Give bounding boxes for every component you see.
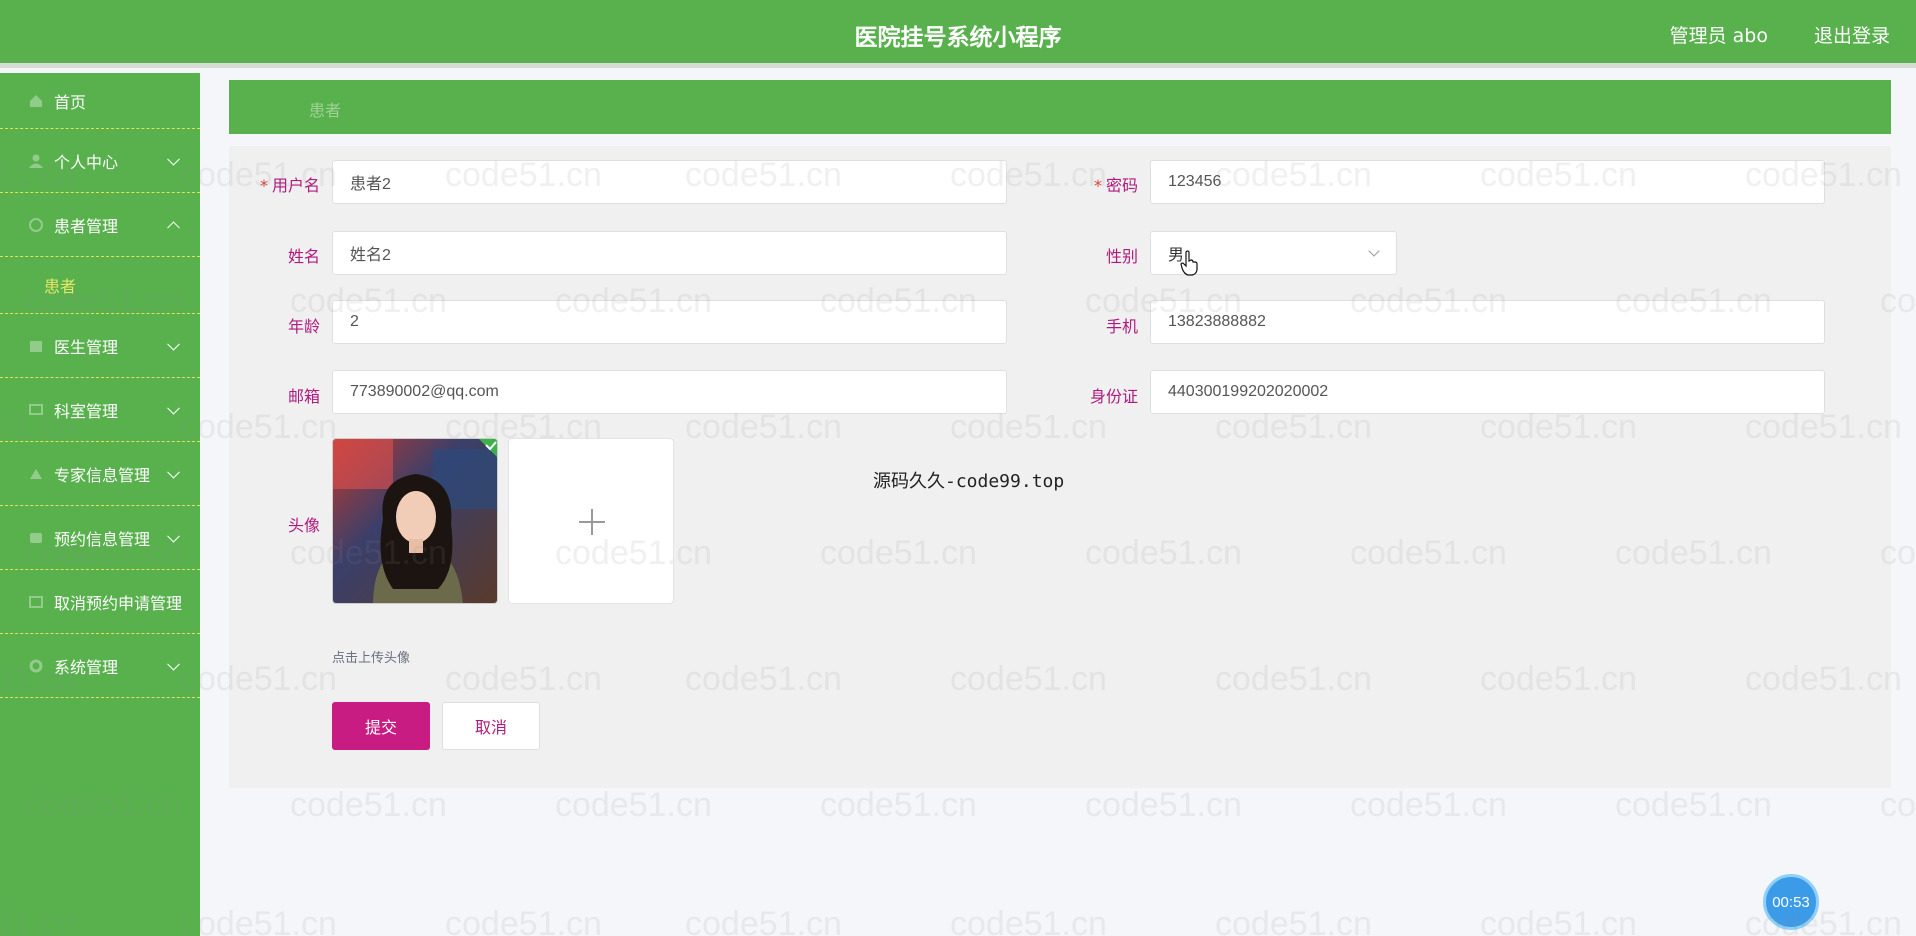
- watermark: code51.cn: [1615, 786, 1772, 824]
- home-icon: [30, 94, 42, 107]
- phone-label: 手机: [1105, 317, 1138, 336]
- upload-hint: 点击上传头像: [332, 651, 411, 666]
- email-label: 邮箱: [287, 387, 320, 406]
- watermark: code51.cn: [1880, 786, 1916, 824]
- chevron-down-icon: [167, 465, 180, 479]
- sidebar-item-cancel-requests[interactable]: 取消预约申请管理: [0, 570, 200, 634]
- system-icon: [29, 659, 43, 672]
- age-label: 年龄: [287, 317, 320, 336]
- logout-link[interactable]: 退出登录: [1814, 21, 1890, 48]
- watermark: code51.cn: [950, 905, 1107, 936]
- age-field[interactable]: [332, 300, 1007, 344]
- sidebar-item-label: 首页: [54, 92, 87, 112]
- idcard-label: 身份证: [1089, 387, 1138, 406]
- chevron-down-icon: [167, 529, 180, 543]
- sidebar-item-departments[interactable]: 科室管理: [0, 378, 200, 442]
- watermark: code51.cn: [820, 786, 977, 824]
- avatar-photo: [333, 439, 497, 603]
- overlay-text: 源码久久-code99.top: [873, 471, 1065, 492]
- sidebar-item-doctors[interactable]: 医生管理: [0, 314, 200, 378]
- cancel-button[interactable]: 取消: [442, 702, 540, 750]
- chevron-down-icon: [167, 657, 180, 671]
- sidebar-item-label: 科室管理: [54, 401, 119, 421]
- sidebar: 首页 个人中心 患者管理 患者 医生管理 科室管理 专家信息管理 预约信息管理 …: [0, 73, 200, 936]
- breadcrumb: 患者: [229, 80, 1891, 134]
- top-header: 医院挂号系统小程序 管理员 abo 退出登录: [0, 0, 1916, 68]
- breadcrumb-current: 患者: [309, 101, 342, 120]
- watermark: code51.cn: [1480, 905, 1637, 936]
- name-label: 姓名: [287, 247, 320, 266]
- watermark: code51.cn: [290, 786, 447, 824]
- watermark: code51.cn: [685, 905, 842, 936]
- department-icon: [29, 403, 43, 415]
- gender-label: 性别: [1105, 247, 1138, 266]
- submit-button[interactable]: 提交: [332, 702, 430, 750]
- app-title: 医院挂号系统小程序: [854, 25, 1062, 51]
- chevron-down-icon: [167, 152, 180, 166]
- watermark: code51.cn: [445, 905, 602, 936]
- sidebar-item-label: 医生管理: [54, 337, 119, 357]
- chevron-down-icon: [167, 337, 180, 351]
- watermark: code51.cn: [1085, 786, 1242, 824]
- sidebar-item-label: 个人中心: [54, 152, 119, 172]
- chevron-down-icon: [1368, 245, 1380, 257]
- watermark: code51.cn: [180, 905, 337, 936]
- sidebar-item-label: 取消预约申请管理: [54, 593, 183, 613]
- watermark: code51.cn: [555, 786, 712, 824]
- chevron-down-icon: [167, 401, 180, 415]
- avatar-label: 头像: [287, 516, 320, 535]
- sidebar-item-system[interactable]: 系统管理: [0, 634, 200, 698]
- sidebar-item-label: 专家信息管理: [54, 465, 151, 485]
- phone-field[interactable]: [1150, 300, 1825, 344]
- cancel-icon: [29, 595, 43, 608]
- sidebar-subitem-patient[interactable]: 患者: [0, 257, 200, 314]
- password-label: * 密码: [1093, 176, 1138, 195]
- sidebar-item-appointments[interactable]: 预约信息管理: [0, 506, 200, 570]
- chevron-up-icon: [167, 220, 180, 234]
- sidebar-item-label: 患者管理: [54, 216, 119, 236]
- doctor-icon: [30, 340, 42, 352]
- watermark: code51.cn: [1350, 786, 1507, 824]
- current-user: 管理员 abo: [1669, 25, 1768, 47]
- sidebar-item-home[interactable]: 首页: [0, 73, 200, 129]
- user-icon: [29, 154, 43, 168]
- sidebar-item-patients[interactable]: 患者管理: [0, 193, 200, 257]
- expert-icon: [30, 468, 42, 479]
- avatar-image[interactable]: [332, 438, 498, 604]
- sidebar-item-profile[interactable]: 个人中心: [0, 129, 200, 193]
- password-field[interactable]: [1150, 160, 1825, 204]
- sidebar-item-experts[interactable]: 专家信息管理: [0, 442, 200, 506]
- username-field[interactable]: [332, 160, 1007, 204]
- timer-badge: 00:53: [1763, 874, 1819, 930]
- sidebar-item-label: 系统管理: [54, 657, 119, 677]
- plus-icon-vertical: [591, 509, 593, 535]
- patient-icon: [29, 217, 43, 232]
- idcard-field[interactable]: [1150, 370, 1825, 414]
- email-field[interactable]: [332, 370, 1007, 414]
- username-label: * 用户名: [259, 176, 320, 195]
- name-field[interactable]: [332, 231, 1007, 275]
- sidebar-item-label: 预约信息管理: [54, 529, 151, 549]
- appointment-icon: [30, 532, 42, 543]
- hand-cursor-icon: [1180, 250, 1198, 276]
- watermark: code51.cn: [1215, 905, 1372, 936]
- upload-avatar-button[interactable]: [508, 438, 674, 604]
